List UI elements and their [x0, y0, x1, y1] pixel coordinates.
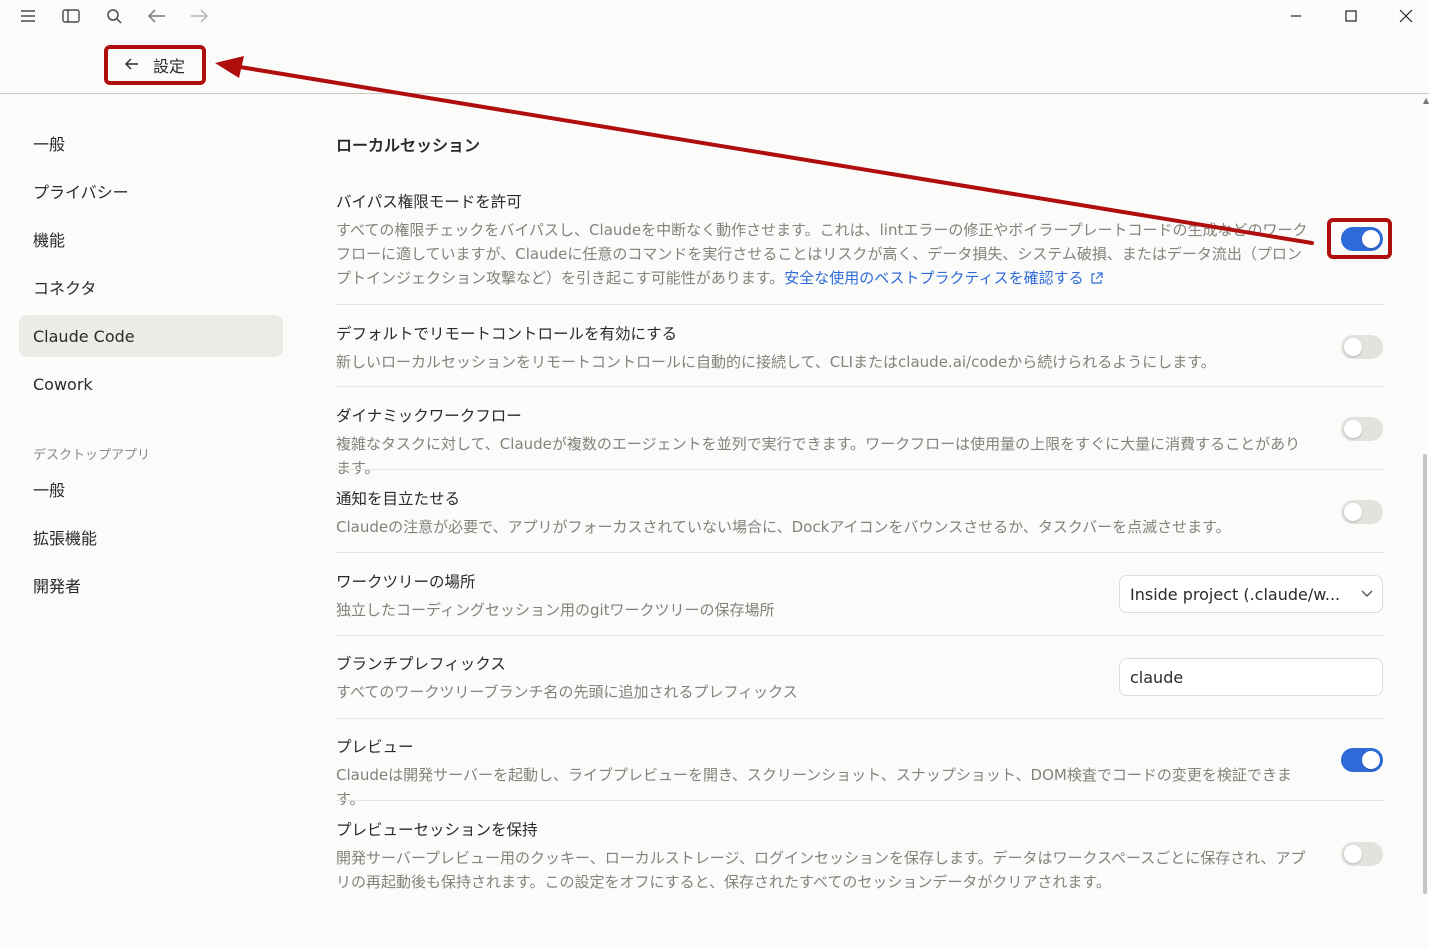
worktree-location-select[interactable]: Inside project (.claude/w...	[1119, 575, 1383, 613]
setting-title: ブランチプレフィックス	[336, 655, 506, 673]
row-divider	[336, 635, 1384, 636]
dynamic-workflow-toggle[interactable]	[1341, 417, 1383, 441]
setting-description: 開発サーバープレビュー用のクッキー、ローカルストレージ、ログインセッションを保存…	[336, 849, 1306, 891]
nav-forward-icon[interactable]	[186, 4, 212, 28]
sidebar-item-label: 一般	[33, 481, 66, 500]
menu-icon[interactable]	[15, 4, 41, 28]
setting-title: プレビュー	[336, 738, 414, 756]
select-value: Inside project (.claude/w...	[1130, 584, 1341, 604]
sidebar-item-claude-code[interactable]: Claude Code	[19, 315, 283, 357]
toggle-knob	[1344, 845, 1362, 863]
preview-toggle[interactable]	[1341, 748, 1383, 772]
sidebar-item-desktop-general[interactable]: 一般	[19, 468, 283, 510]
row-divider	[336, 304, 1384, 305]
sidebar-item-connectors[interactable]: コネクタ	[19, 266, 283, 308]
toggle-knob	[1344, 420, 1362, 438]
close-icon[interactable]	[1386, 2, 1426, 30]
sidebar-item-developer[interactable]: 開発者	[19, 564, 283, 606]
sidebar-item-label: 開発者	[33, 577, 82, 596]
row-divider	[336, 800, 1384, 801]
setting-description: すべての権限チェックをバイパスし、Claudeを中断なく動作させます。これは、l…	[336, 218, 1311, 292]
sidebar-item-label: コネクタ	[33, 279, 97, 298]
row-divider	[336, 718, 1384, 719]
setting-title: プレビューセッションを保持	[336, 821, 538, 839]
setting-description: 複雑なタスクに対して、Claudeが複数のエージェントを並列で実行できます。ワー…	[336, 435, 1301, 477]
nav-back-icon[interactable]	[144, 4, 170, 28]
back-label: 設定	[152, 57, 185, 76]
toggle-knob	[1362, 751, 1380, 769]
remote-control-toggle[interactable]	[1341, 335, 1383, 359]
arrow-left-icon	[124, 57, 139, 73]
main-scrollbar[interactable]: ▲	[1419, 94, 1429, 948]
scroll-thumb[interactable]	[1423, 454, 1427, 894]
setting-row-bypass-permissions: バイパス権限モードを許可 すべての権限チェックをバイパスし、Claudeを中断な…	[336, 190, 1384, 290]
row-divider	[336, 386, 1384, 387]
setting-row-notifications: 通知を目立たせる Claudeの注意が必要で、アプリがフォーカスされていない場合…	[336, 487, 1384, 536]
setting-description: Claudeの注意が必要で、アプリがフォーカスされていない場合に、Dockアイコ…	[336, 518, 1231, 536]
setting-description: 新しいローカルセッションをリモートコントロールに自動的に接続して、CLIまたはc…	[336, 353, 1216, 371]
setting-title: ワークツリーの場所	[336, 573, 476, 591]
external-link-icon	[1090, 268, 1103, 292]
sidebar-item-label: Cowork	[33, 374, 93, 394]
sidebar-item-cowork[interactable]: Cowork	[19, 363, 283, 405]
best-practices-link[interactable]: 安全な使用のベストプラクティスを確認する	[784, 269, 1103, 287]
setting-description: Claudeは開発サーバーを起動し、ライブプレビューを開き、スクリーンショット、…	[336, 766, 1292, 808]
setting-title: 通知を目立たせる	[336, 490, 461, 508]
toggle-knob	[1344, 503, 1362, 521]
setting-title: バイパス権限モードを許可	[336, 193, 522, 211]
sidebar-item-label: 一般	[33, 135, 66, 154]
sidebar-section-desktop-app: デスクトップアプリ	[33, 448, 151, 463]
sidebar-item-label: プライバシー	[33, 183, 129, 202]
setting-row-dynamic-workflow: ダイナミックワークフロー 複雑なタスクに対して、Claudeが複数のエージェント…	[336, 404, 1384, 477]
setting-title: ダイナミックワークフロー	[336, 407, 522, 425]
best-practices-link-text: 安全な使用のベストプラクティスを確認する	[784, 269, 1084, 287]
sidebar-toggle-icon[interactable]	[58, 4, 84, 28]
section-title: ローカルセッション	[336, 136, 481, 155]
row-divider	[336, 469, 1384, 470]
search-icon[interactable]	[101, 4, 127, 28]
settings-main: ローカルセッション バイパス権限モードを許可 すべての権限チェックをバイパスし、…	[336, 94, 1392, 948]
setting-row-remote-control: デフォルトでリモートコントロールを有効にする 新しいローカルセッションをリモート…	[336, 322, 1384, 371]
sidebar-item-capabilities[interactable]: 機能	[19, 218, 283, 260]
annotation-highlight-box	[1327, 218, 1392, 259]
setting-row-worktree-location: ワークツリーの場所 独立したコーディングセッション用のgitワークツリーの保存場…	[336, 570, 1384, 619]
sidebar-item-label: 機能	[33, 231, 66, 250]
maximize-icon[interactable]	[1331, 2, 1371, 30]
branch-prefix-input[interactable]	[1119, 658, 1383, 696]
toggle-knob	[1344, 338, 1362, 356]
title-bar	[0, 0, 1429, 34]
setting-title: デフォルトでリモートコントロールを有効にする	[336, 325, 678, 343]
scroll-up-icon[interactable]: ▲	[1423, 96, 1429, 105]
sidebar-item-extensions[interactable]: 拡張機能	[19, 516, 283, 558]
setting-row-preview: プレビュー Claudeは開発サーバーを起動し、ライブプレビューを開き、スクリー…	[336, 735, 1384, 808]
minimize-icon[interactable]	[1276, 2, 1316, 30]
sidebar-item-general[interactable]: 一般	[19, 122, 283, 164]
row-divider	[336, 552, 1384, 553]
sidebar-item-label: Claude Code	[33, 326, 135, 346]
notifications-toggle[interactable]	[1341, 500, 1383, 524]
setting-row-keep-preview-sessions: プレビューセッションを保持 開発サーバープレビュー用のクッキー、ローカルストレー…	[336, 818, 1384, 891]
chevron-down-icon	[1352, 590, 1382, 598]
keep-preview-sessions-toggle[interactable]	[1341, 842, 1383, 866]
sidebar-item-privacy[interactable]: プライバシー	[19, 170, 283, 212]
back-to-settings-button[interactable]: 設定	[104, 45, 206, 85]
setting-row-branch-prefix: ブランチプレフィックス すべてのワークツリーブランチ名の先頭に追加されるプレフィ…	[336, 652, 1384, 701]
sidebar-item-label: 拡張機能	[33, 529, 98, 548]
